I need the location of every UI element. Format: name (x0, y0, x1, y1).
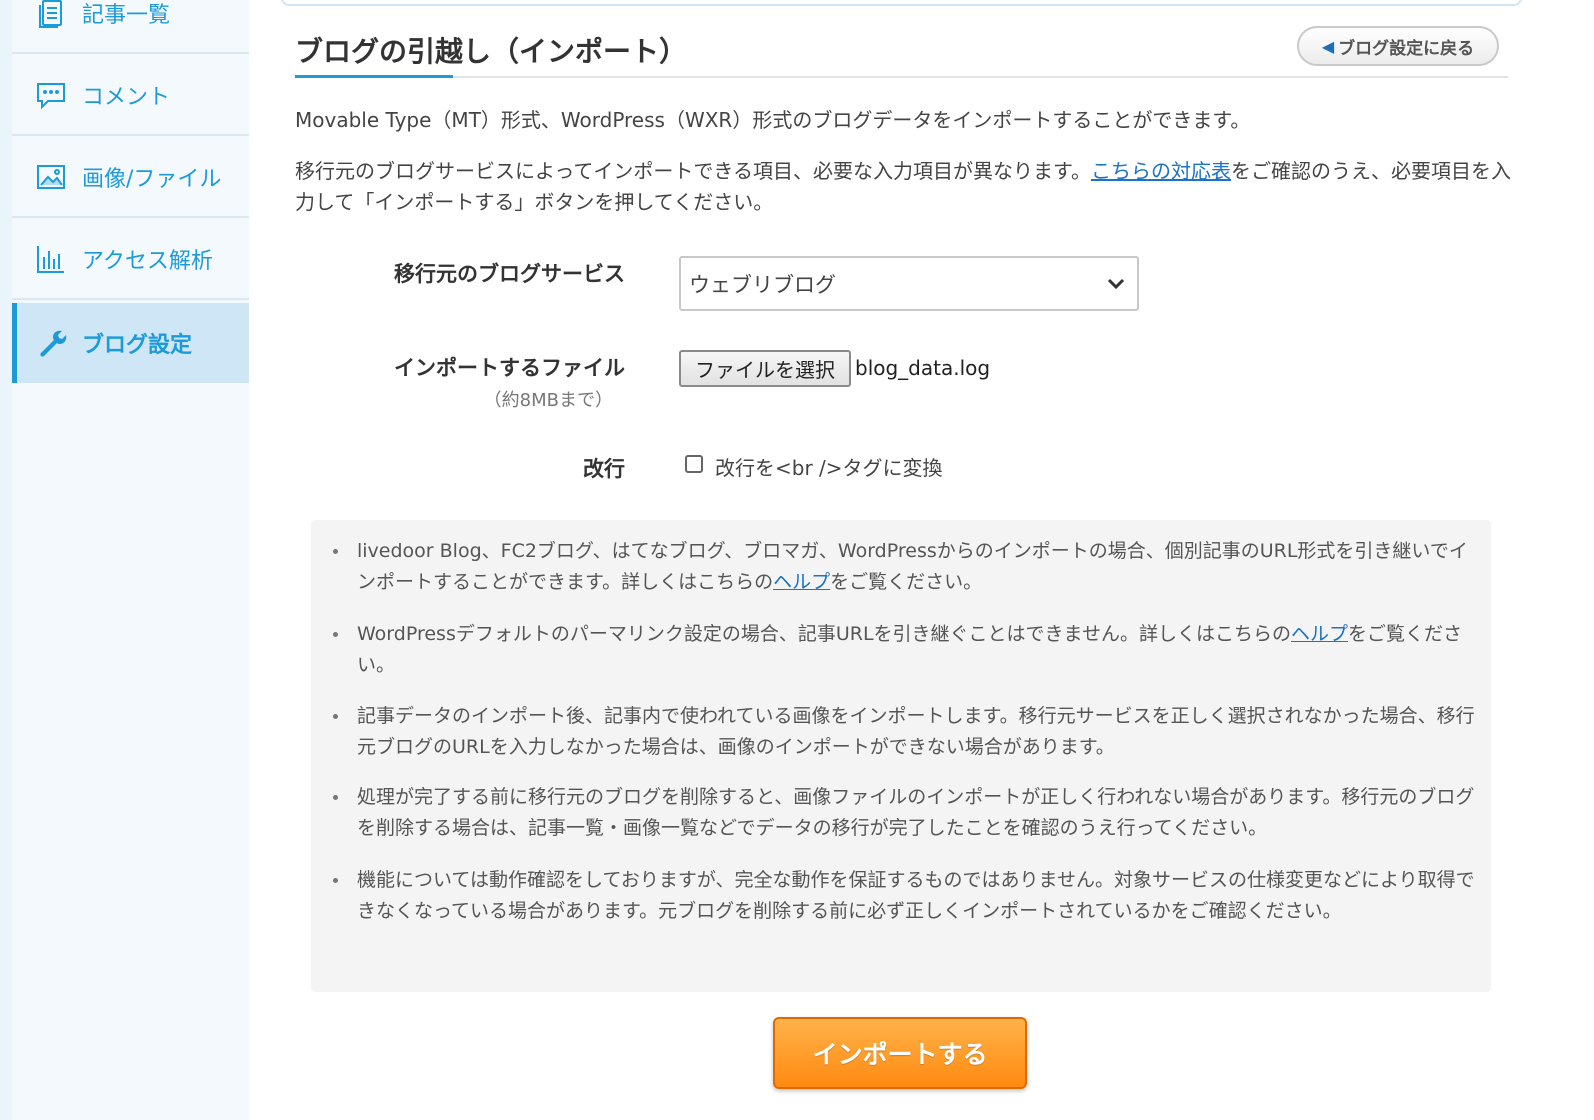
arrow-left-icon: ◀ (1321, 36, 1335, 56)
sidebar-item-label: 記事一覧 (82, 3, 171, 28)
linebreak-label: 改行 (583, 457, 625, 481)
sidebar-item-comment[interactable]: コメント (12, 56, 249, 136)
file-label: インポートするファイル (394, 356, 625, 380)
blog-service-select[interactable]: ウェブリブログ (679, 256, 1139, 311)
list-item: 記事データのインポート後、記事内で使われている画像をインポートします。移行元サー… (333, 701, 1475, 763)
sidebar-item-analytics[interactable]: アクセス解析 (12, 220, 249, 300)
sidebar-item-images[interactable]: 画像/ファイル (12, 138, 249, 218)
comment-icon (34, 78, 68, 112)
sidebar-item-label: 画像/ファイル (82, 167, 222, 192)
note-text: 機能については動作確認をしておりますが、完全な動作を保証するものではありません。… (357, 869, 1475, 922)
service-label: 移行元のブログサービス (394, 262, 625, 286)
sidebar-item-blog-settings[interactable]: ブログ設定 (12, 303, 249, 383)
help-link[interactable]: ヘルプ (1291, 623, 1348, 645)
choose-file-button[interactable]: ファイルを選択 (679, 350, 851, 387)
title-divider (295, 76, 1508, 78)
bar-chart-icon (34, 242, 68, 276)
description-text: 移行元のブログサービスによってインポートできる項目、必要な入力項目が異なります。 (295, 159, 1091, 183)
sidebar-item-label: アクセス解析 (82, 249, 213, 274)
back-to-settings-button[interactable]: ◀ ブログ設定に戻る (1297, 26, 1499, 66)
note-text: WordPressデフォルトのパーマリンク設定の場合、記事URLを引き継ぐことは… (357, 623, 1291, 645)
note-text: 処理が完了する前に移行元のブログを削除すると、画像ファイルのインポートが正しく行… (357, 786, 1475, 839)
list-item: livedoor Blog、FC2ブログ、はてなブログ、ブロマガ、WordPre… (333, 536, 1475, 598)
list-item: 機能については動作確認をしておりますが、完全な動作を保証するものではありません。… (333, 865, 1475, 927)
top-frame (281, 0, 1522, 6)
selected-service: ウェブリブログ (689, 272, 836, 297)
list-item: WordPressデフォルトのパーマリンク設定の場合、記事URLを引き継ぐことは… (333, 619, 1475, 681)
file-size-note: （約8MBまで） (483, 390, 613, 411)
chevron-down-icon (1107, 278, 1125, 290)
sidebar-item-label: コメント (82, 85, 171, 110)
notes-box: livedoor Blog、FC2ブログ、はてなブログ、ブロマガ、WordPre… (311, 520, 1491, 992)
main-content: ブログの引越し（インポート） ◀ ブログ設定に戻る Movable Type（M… (249, 0, 1594, 1120)
page-title: ブログの引越し（インポート） (295, 35, 688, 68)
wrench-icon (34, 326, 68, 360)
compatibility-table-link[interactable]: こちらの対応表 (1091, 159, 1231, 183)
article-list-icon (34, 0, 68, 30)
import-button[interactable]: インポートする (773, 1017, 1027, 1089)
linebreak-checkbox[interactable] (685, 455, 703, 473)
sidebar: 記事一覧 コメント 画像/ファイル アクセス解析 ブログ設定 (12, 0, 249, 1120)
selected-file-name: blog_data.log (855, 356, 991, 380)
back-button-label: ブログ設定に戻る (1338, 38, 1475, 59)
description-line-1: Movable Type（MT）形式、WordPress（WXR）形式のブログデ… (295, 108, 1251, 132)
note-text: をご覧ください。 (830, 571, 983, 593)
title-accent-line (295, 75, 453, 78)
description-line-2: 移行元のブログサービスによってインポートできる項目、必要な入力項目が異なります。… (295, 156, 1515, 218)
sidebar-item-label: ブログ設定 (82, 333, 193, 358)
sidebar-item-article-list[interactable]: 記事一覧 (12, 0, 249, 54)
list-item: 処理が完了する前に移行元のブログを削除すると、画像ファイルのインポートが正しく行… (333, 782, 1475, 844)
help-link[interactable]: ヘルプ (773, 571, 830, 593)
image-icon (34, 160, 68, 194)
note-text: 記事データのインポート後、記事内で使われている画像をインポートします。移行元サー… (357, 705, 1475, 758)
linebreak-option-label[interactable]: 改行を<br />タグに変換 (715, 452, 943, 481)
